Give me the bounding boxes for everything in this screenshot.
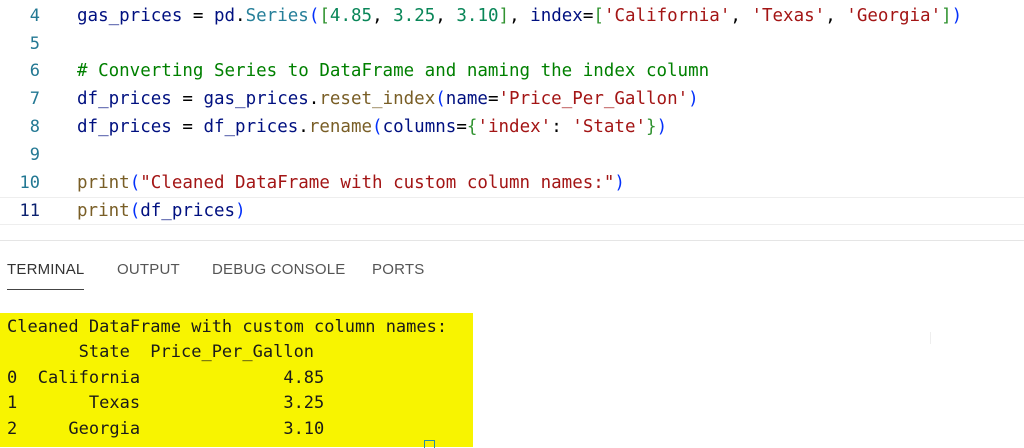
code-line[interactable]: 8 df_prices = df_prices.rename(columns={'… [0, 113, 1024, 141]
code-token: pd [213, 6, 236, 26]
code-token: . [298, 117, 309, 137]
code-line[interactable]: 4 gas_prices = pd.Series([4.85, 3.25, 3.1… [0, 2, 1024, 30]
code-token: = [582, 6, 594, 26]
code-token: gas_prices [77, 6, 183, 26]
code-token: ] [498, 6, 510, 26]
code-token: ( [129, 173, 141, 193]
code-token: ) [951, 6, 963, 26]
code-token: print [77, 173, 130, 193]
code-token: df_prices [140, 201, 236, 221]
line-number: 9 [29, 145, 40, 165]
code-token: index [530, 6, 583, 26]
code-token: . [308, 89, 320, 109]
terminal-line: 2 Georgia 3.10 [7, 419, 325, 439]
code-token: ) [688, 89, 699, 109]
code-token: , [730, 6, 752, 26]
line-number: 11 [19, 201, 40, 221]
code-token: reset_index [319, 89, 436, 109]
code-token: df_prices [77, 89, 172, 109]
code-line[interactable]: 10 print("Cleaned DataFrame with custom c… [0, 169, 1024, 197]
code-token: [ [319, 6, 330, 26]
code-token: 'index' [477, 117, 552, 137]
code-token: # Converting Series to DataFrame and nam… [77, 61, 710, 81]
terminal-line: 1 Texas 3.25 [7, 393, 325, 413]
tab-output[interactable]: OUTPUT [117, 259, 180, 281]
code-token: 3.10 [456, 6, 499, 26]
tab-terminal[interactable]: TERMINAL [7, 259, 85, 290]
code-token: gas_prices [203, 89, 309, 109]
terminal-line: State Price_Per_Gallon [7, 342, 315, 362]
code-token: ( [129, 201, 141, 221]
code-token: 'Price_Per_Gallon' [498, 89, 689, 109]
tab-ports[interactable]: PORTS [372, 259, 424, 281]
line-number: 5 [29, 34, 40, 54]
code-token: , [435, 6, 457, 26]
code-token: ) [614, 173, 625, 193]
code-editor[interactable]: 4 gas_prices = pd.Series([4.85, 3.25, 3.1… [0, 0, 1024, 232]
code-text: df_prices = df_prices.rename(columns={'i… [77, 113, 667, 141]
code-token: ] [941, 6, 952, 26]
code-token: columns [382, 117, 457, 137]
divider [930, 332, 931, 344]
code-token: . [235, 6, 246, 26]
code-token: 'State' [572, 117, 647, 137]
code-token: 3.25 [393, 6, 436, 26]
code-token: = [182, 6, 214, 26]
code-line[interactable]: 9 [0, 141, 1024, 169]
code-token: , [509, 6, 531, 26]
code-token: } [646, 117, 657, 137]
code-token: = [171, 89, 204, 109]
code-token: print [77, 201, 130, 221]
line-number: 6 [29, 61, 40, 81]
code-token: df_prices [77, 117, 172, 137]
code-token: name [445, 89, 488, 109]
panel-tab-bar: TERMINAL OUTPUT DEBUG CONSOLE PORTS [0, 241, 1024, 297]
code-token: ( [372, 117, 383, 137]
terminal-line: Cleaned DataFrame with custom column nam… [7, 317, 448, 337]
code-token: : [551, 117, 573, 137]
line-number: 8 [29, 117, 40, 137]
code-token: rename [308, 117, 373, 137]
terminal-output[interactable]: Cleaned DataFrame with custom column nam… [0, 297, 1024, 448]
line-number: 10 [19, 173, 40, 193]
code-token: { [466, 117, 478, 137]
code-token: 4.85 [329, 6, 373, 26]
code-text: gas_prices = pd.Series([4.85, 3.25, 3.10… [77, 2, 962, 30]
code-token: df_prices [203, 117, 299, 137]
code-text: # Converting Series to DataFrame and nam… [77, 57, 709, 85]
code-line[interactable]: 5 [0, 30, 1024, 58]
code-token: , [825, 6, 847, 26]
code-token: 'Georgia' [846, 6, 942, 26]
code-token: "Cleaned DataFrame with custom column na… [140, 173, 615, 193]
code-line[interactable]: 7 df_prices = gas_prices.reset_index(name… [0, 85, 1024, 113]
code-token: ( [435, 89, 446, 109]
tab-debug-console[interactable]: DEBUG CONSOLE [212, 259, 345, 281]
code-text: df_prices = gas_prices.reset_index(name=… [77, 85, 699, 113]
code-token: [ [593, 6, 604, 26]
code-token: ) [235, 201, 246, 221]
code-token: = [487, 89, 499, 109]
code-token: Series [245, 6, 309, 26]
code-token: ( [308, 6, 320, 26]
code-token: 'Texas' [751, 6, 826, 26]
code-line[interactable]: 11 print(df_prices) [0, 197, 1024, 225]
terminal-line: 0 California 4.85 [7, 368, 325, 388]
line-number: 4 [29, 6, 40, 26]
code-token: ) [656, 117, 668, 137]
code-text: print("Cleaned DataFrame with custom col… [77, 169, 625, 197]
code-token: 'California' [603, 6, 731, 26]
code-token: = [456, 117, 467, 137]
code-token: = [171, 117, 204, 137]
code-token: , [372, 6, 394, 26]
line-number: 7 [29, 89, 40, 109]
code-line[interactable]: 6 # Converting Series to DataFrame and na… [0, 57, 1024, 85]
code-text: print(df_prices) [77, 197, 246, 225]
